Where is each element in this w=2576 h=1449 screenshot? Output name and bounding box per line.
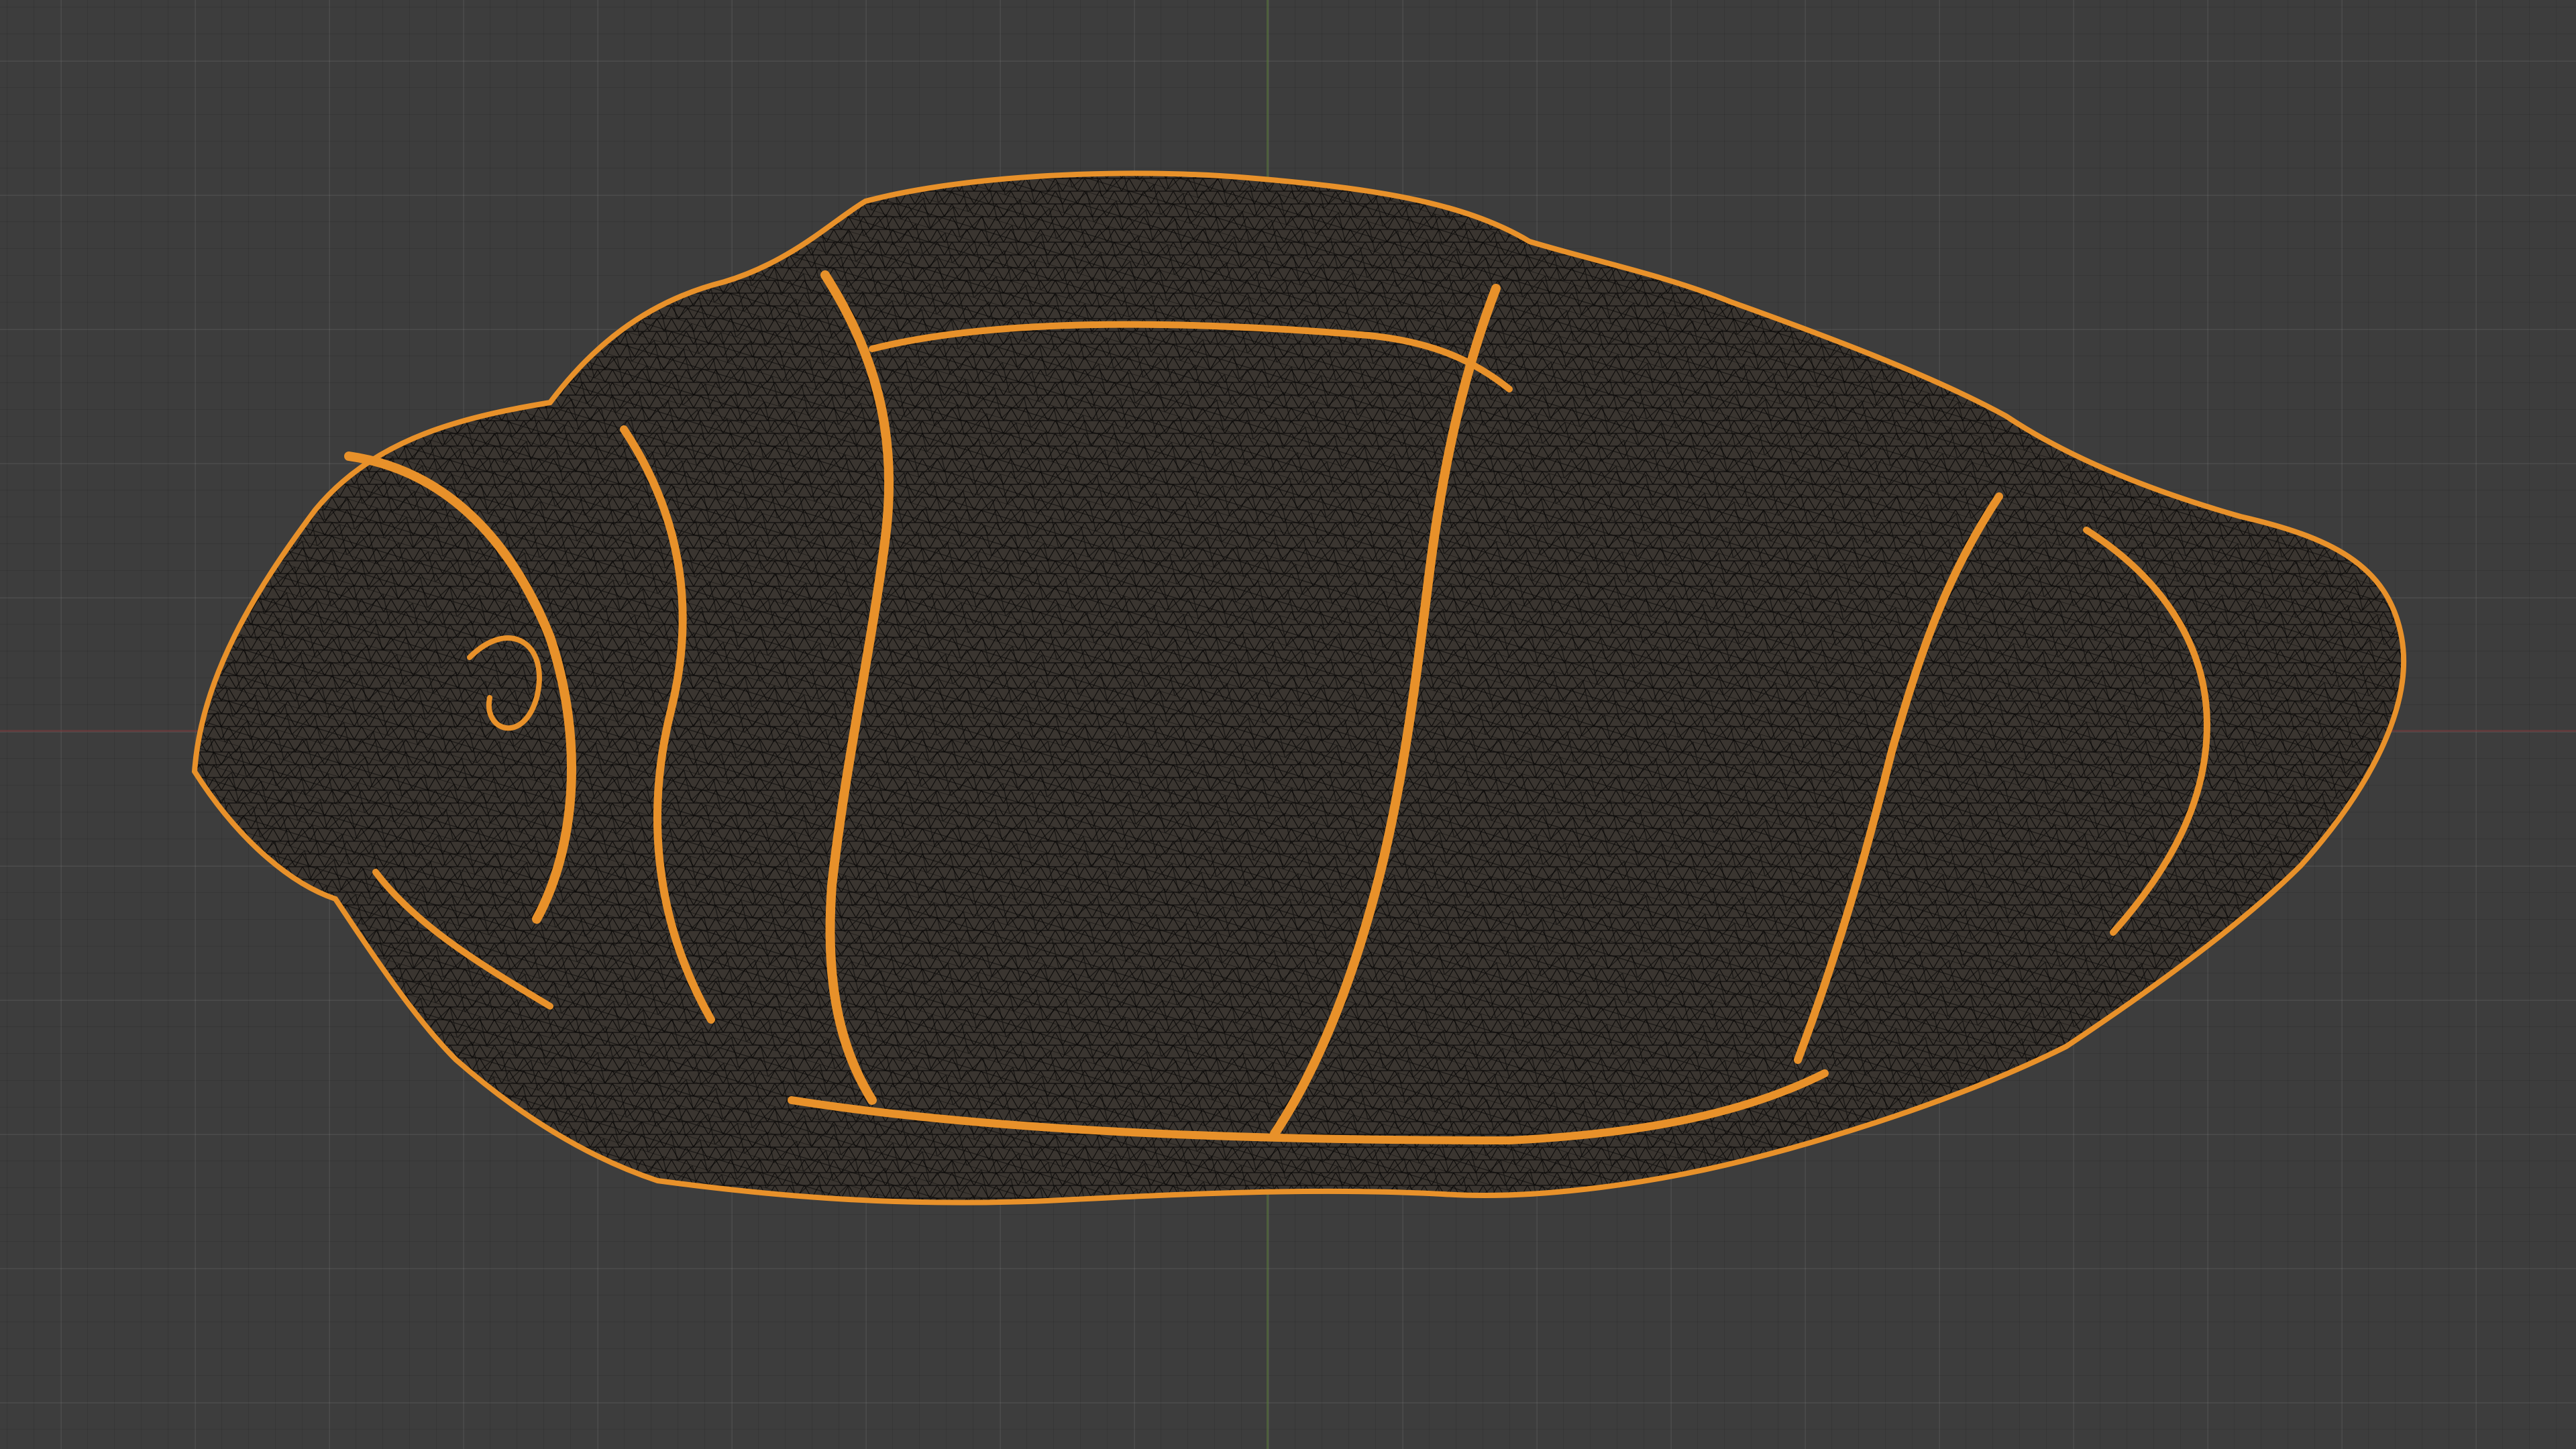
3d-viewport[interactable] [0, 0, 2576, 1449]
mesh-wire-density [195, 173, 2404, 1203]
wireframe-mesh-object[interactable] [0, 0, 2576, 1449]
